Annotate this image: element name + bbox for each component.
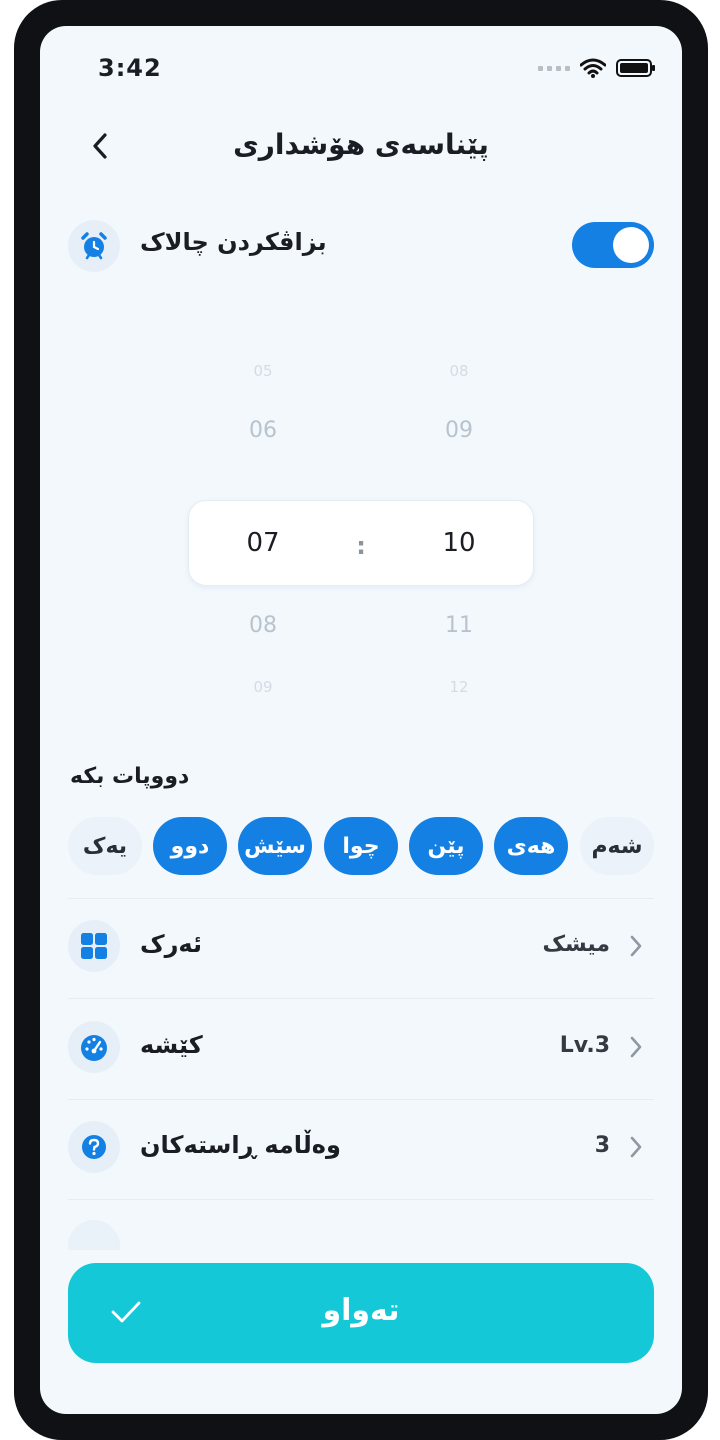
done-button-label: تەواو — [322, 1293, 400, 1328]
header: پێناسەی هۆشداری — [40, 122, 682, 172]
day-chip-sat[interactable]: شەم — [580, 817, 654, 875]
day-chip-thu[interactable]: پێن — [409, 817, 483, 875]
day-chip-fri[interactable]: هەی — [494, 817, 568, 875]
task-row[interactable]: ئەرک میشک — [68, 906, 654, 986]
time-picker: 05 06 07 08 09 : 08 09 10 11 12 — [40, 356, 682, 716]
day-chip-tue[interactable]: سێش — [238, 817, 312, 875]
battery-icon — [616, 59, 655, 77]
difficulty-label: کێشە — [140, 1031, 203, 1059]
wifi-icon — [580, 58, 606, 78]
enable-alarm-label: بزاڤکردن چالاک — [140, 228, 327, 256]
grid-icon — [68, 920, 120, 972]
enable-alarm-row: بزاڤکردن چالاک — [68, 216, 654, 276]
day-chip-mon[interactable]: دوو — [153, 817, 227, 875]
chevron-right-icon — [630, 1136, 642, 1158]
page-title: پێناسەی هۆشداری — [233, 128, 489, 161]
task-label: ئەرک — [140, 930, 202, 958]
minute-option[interactable]: 08 — [399, 362, 519, 380]
correct-answers-value: 3 — [594, 1133, 610, 1158]
status-time: 3:42 — [98, 54, 162, 82]
task-value: میشک — [542, 932, 610, 957]
divider — [68, 1199, 654, 1200]
enable-alarm-toggle[interactable] — [572, 222, 654, 268]
alarm-clock-icon — [68, 220, 120, 272]
hour-option[interactable]: 05 — [203, 362, 323, 380]
repeat-days: یەک دوو سێش چوا پێن هەی شەم — [68, 817, 654, 875]
day-chip-sun[interactable]: یەک — [68, 817, 142, 875]
partial-row-icon — [68, 1220, 120, 1250]
hour-option[interactable]: 09 — [203, 678, 323, 696]
device-frame: 3:42 پێناسەی هۆشداری بزاڤکردن چالاک 05 0… — [14, 0, 708, 1440]
toggle-knob — [613, 227, 649, 263]
chevron-right-icon — [630, 1036, 642, 1058]
minute-option[interactable]: 12 — [399, 678, 519, 696]
divider — [68, 998, 654, 999]
difficulty-value: Lv.3 — [559, 1033, 610, 1058]
repeat-label: دووپات بکە — [70, 764, 190, 789]
minute-option[interactable]: 11 — [399, 613, 519, 638]
hour-option[interactable]: 08 — [203, 613, 323, 638]
done-button[interactable]: تەواو — [68, 1263, 654, 1363]
difficulty-row[interactable]: کێشە Lv.3 — [68, 1007, 654, 1087]
divider — [68, 1099, 654, 1100]
screen: 3:42 پێناسەی هۆشداری بزاڤکردن چالاک 05 0… — [40, 26, 682, 1414]
signal-icon — [538, 65, 570, 71]
minute-selected[interactable]: 10 — [399, 528, 519, 558]
correct-answers-row[interactable]: وەڵامە ڕاستەکان 3 — [68, 1107, 654, 1187]
status-icons — [538, 58, 655, 78]
chevron-right-icon — [630, 935, 642, 957]
minute-option[interactable]: 09 — [399, 418, 519, 443]
time-separator: : — [356, 532, 366, 560]
hour-option[interactable]: 06 — [203, 418, 323, 443]
question-icon — [68, 1121, 120, 1173]
correct-answers-label: وەڵامە ڕاستەکان — [140, 1131, 341, 1159]
divider — [68, 898, 654, 899]
day-chip-wed[interactable]: چوا — [324, 817, 398, 875]
speedometer-icon — [68, 1021, 120, 1073]
